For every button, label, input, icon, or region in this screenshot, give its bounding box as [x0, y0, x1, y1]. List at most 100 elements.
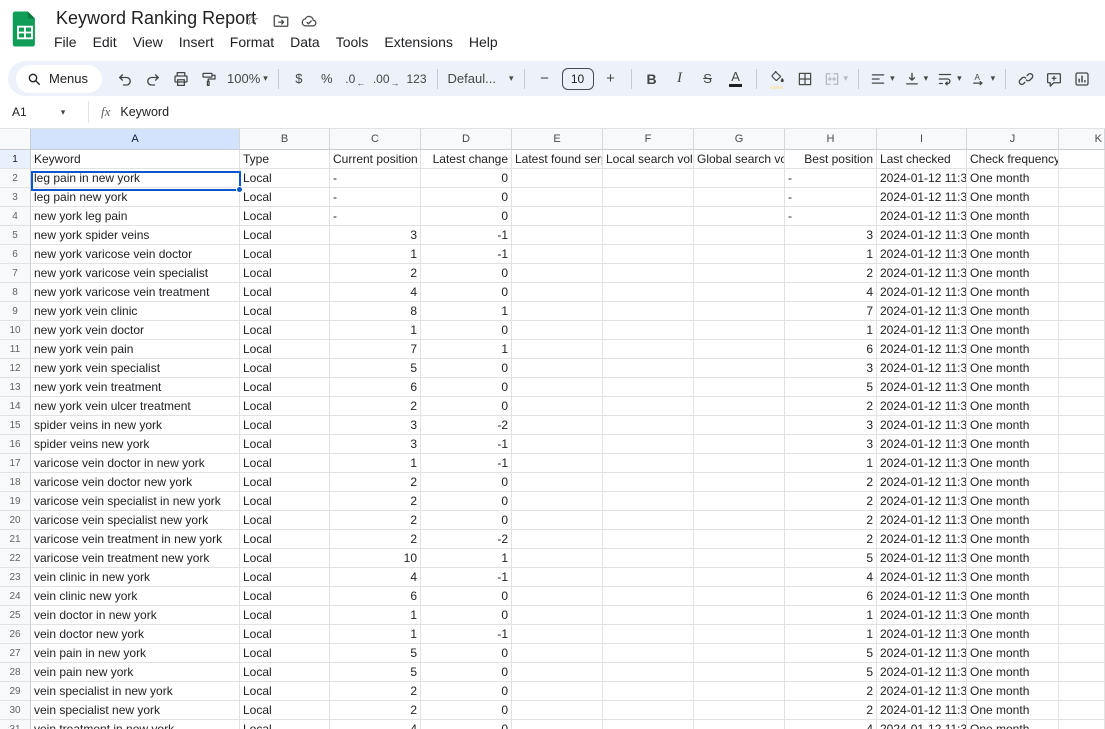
- cell[interactable]: Local: [240, 606, 330, 625]
- cell[interactable]: new york vein specialist: [31, 359, 240, 378]
- cell[interactable]: [694, 302, 785, 321]
- cell[interactable]: [694, 720, 785, 729]
- cell[interactable]: [512, 720, 603, 729]
- cell[interactable]: 0: [421, 720, 512, 729]
- cell[interactable]: 4: [330, 720, 421, 729]
- column-header-I[interactable]: I: [877, 129, 967, 150]
- cell[interactable]: 0: [421, 682, 512, 701]
- text-wrap-button[interactable]: ▾: [933, 66, 965, 92]
- cell[interactable]: [512, 587, 603, 606]
- cell[interactable]: One month: [967, 492, 1059, 511]
- cell[interactable]: Local: [240, 454, 330, 473]
- cell[interactable]: 0: [421, 359, 512, 378]
- cell[interactable]: new york spider veins: [31, 226, 240, 245]
- cell[interactable]: 0: [421, 188, 512, 207]
- cell[interactable]: Local: [240, 359, 330, 378]
- document-title[interactable]: Keyword Ranking Report: [56, 8, 256, 29]
- cell[interactable]: [512, 644, 603, 663]
- cell[interactable]: 1: [330, 625, 421, 644]
- cell[interactable]: One month: [967, 302, 1059, 321]
- cell[interactable]: [512, 568, 603, 587]
- star-icon[interactable]: ☆: [243, 12, 261, 30]
- cell[interactable]: leg pain new york: [31, 188, 240, 207]
- cell[interactable]: [512, 549, 603, 568]
- cell[interactable]: 2024-01-12 11:3: [877, 530, 967, 549]
- cell[interactable]: 5: [785, 663, 877, 682]
- cell[interactable]: 3: [330, 226, 421, 245]
- row-header-28[interactable]: 28: [0, 663, 31, 682]
- cell[interactable]: new york vein ulcer treatment: [31, 397, 240, 416]
- cell[interactable]: 5: [785, 549, 877, 568]
- decrease-decimal-button[interactable]: .0←: [342, 66, 368, 92]
- cell[interactable]: [512, 283, 603, 302]
- cell[interactable]: [512, 169, 603, 188]
- cell[interactable]: [603, 720, 694, 729]
- cell[interactable]: 2: [330, 530, 421, 549]
- cell[interactable]: 2024-01-12 11:3: [877, 701, 967, 720]
- cell[interactable]: varicose vein doctor in new york: [31, 454, 240, 473]
- cell[interactable]: [1059, 511, 1105, 530]
- formula-input[interactable]: Keyword: [120, 105, 169, 119]
- cell[interactable]: Local: [240, 530, 330, 549]
- select-all-corner[interactable]: [0, 129, 31, 150]
- cell[interactable]: [603, 264, 694, 283]
- menu-data[interactable]: Data: [282, 31, 328, 53]
- cell[interactable]: 1: [330, 454, 421, 473]
- cell[interactable]: Local: [240, 416, 330, 435]
- cell[interactable]: [694, 207, 785, 226]
- strikethrough-button[interactable]: S: [695, 66, 721, 92]
- cell[interactable]: 2: [785, 397, 877, 416]
- print-button[interactable]: [168, 66, 194, 92]
- cell[interactable]: [694, 606, 785, 625]
- cell[interactable]: [1059, 416, 1105, 435]
- cell[interactable]: Local: [240, 511, 330, 530]
- cell[interactable]: [694, 188, 785, 207]
- italic-button[interactable]: I: [667, 66, 693, 92]
- cell[interactable]: One month: [967, 511, 1059, 530]
- cell[interactable]: vein specialist in new york: [31, 682, 240, 701]
- cell[interactable]: -1: [421, 245, 512, 264]
- cell[interactable]: [1059, 701, 1105, 720]
- cell[interactable]: [1059, 606, 1105, 625]
- cell[interactable]: [694, 359, 785, 378]
- cell[interactable]: Current position: [330, 150, 421, 169]
- cell[interactable]: [1059, 169, 1105, 188]
- cell[interactable]: 2024-01-12 11:3: [877, 321, 967, 340]
- cell[interactable]: varicose vein specialist new york: [31, 511, 240, 530]
- undo-button[interactable]: [112, 66, 138, 92]
- cell[interactable]: 2024-01-12 11:3: [877, 511, 967, 530]
- cell[interactable]: -1: [421, 625, 512, 644]
- column-header-B[interactable]: B: [240, 129, 330, 150]
- cell[interactable]: [603, 188, 694, 207]
- font-family-select[interactable]: Defaul... ▾: [445, 66, 517, 92]
- cell[interactable]: [694, 378, 785, 397]
- cell[interactable]: 4: [330, 568, 421, 587]
- cell[interactable]: One month: [967, 188, 1059, 207]
- cell[interactable]: One month: [967, 644, 1059, 663]
- row-header-19[interactable]: 19: [0, 492, 31, 511]
- cell[interactable]: 5: [330, 663, 421, 682]
- row-header-27[interactable]: 27: [0, 644, 31, 663]
- cell[interactable]: 2024-01-12 11:3: [877, 473, 967, 492]
- cell[interactable]: Local: [240, 435, 330, 454]
- cell[interactable]: One month: [967, 701, 1059, 720]
- cell[interactable]: varicose vein doctor new york: [31, 473, 240, 492]
- cell[interactable]: [512, 416, 603, 435]
- cell[interactable]: [694, 701, 785, 720]
- cell[interactable]: 2024-01-12 11:3: [877, 245, 967, 264]
- cell[interactable]: Last checked: [877, 150, 967, 169]
- cell[interactable]: [1059, 625, 1105, 644]
- cell[interactable]: [1059, 359, 1105, 378]
- cell[interactable]: [512, 606, 603, 625]
- cell[interactable]: [603, 454, 694, 473]
- menu-extensions[interactable]: Extensions: [376, 31, 460, 53]
- more-number-formats-button[interactable]: 123: [404, 66, 430, 92]
- cell[interactable]: 2024-01-12 11:3: [877, 663, 967, 682]
- cell[interactable]: [1059, 587, 1105, 606]
- cell[interactable]: new york varicose vein doctor: [31, 245, 240, 264]
- cell[interactable]: 5: [785, 644, 877, 663]
- cell[interactable]: [603, 359, 694, 378]
- paint-format-button[interactable]: [196, 66, 222, 92]
- cell[interactable]: [603, 492, 694, 511]
- cell[interactable]: Local: [240, 492, 330, 511]
